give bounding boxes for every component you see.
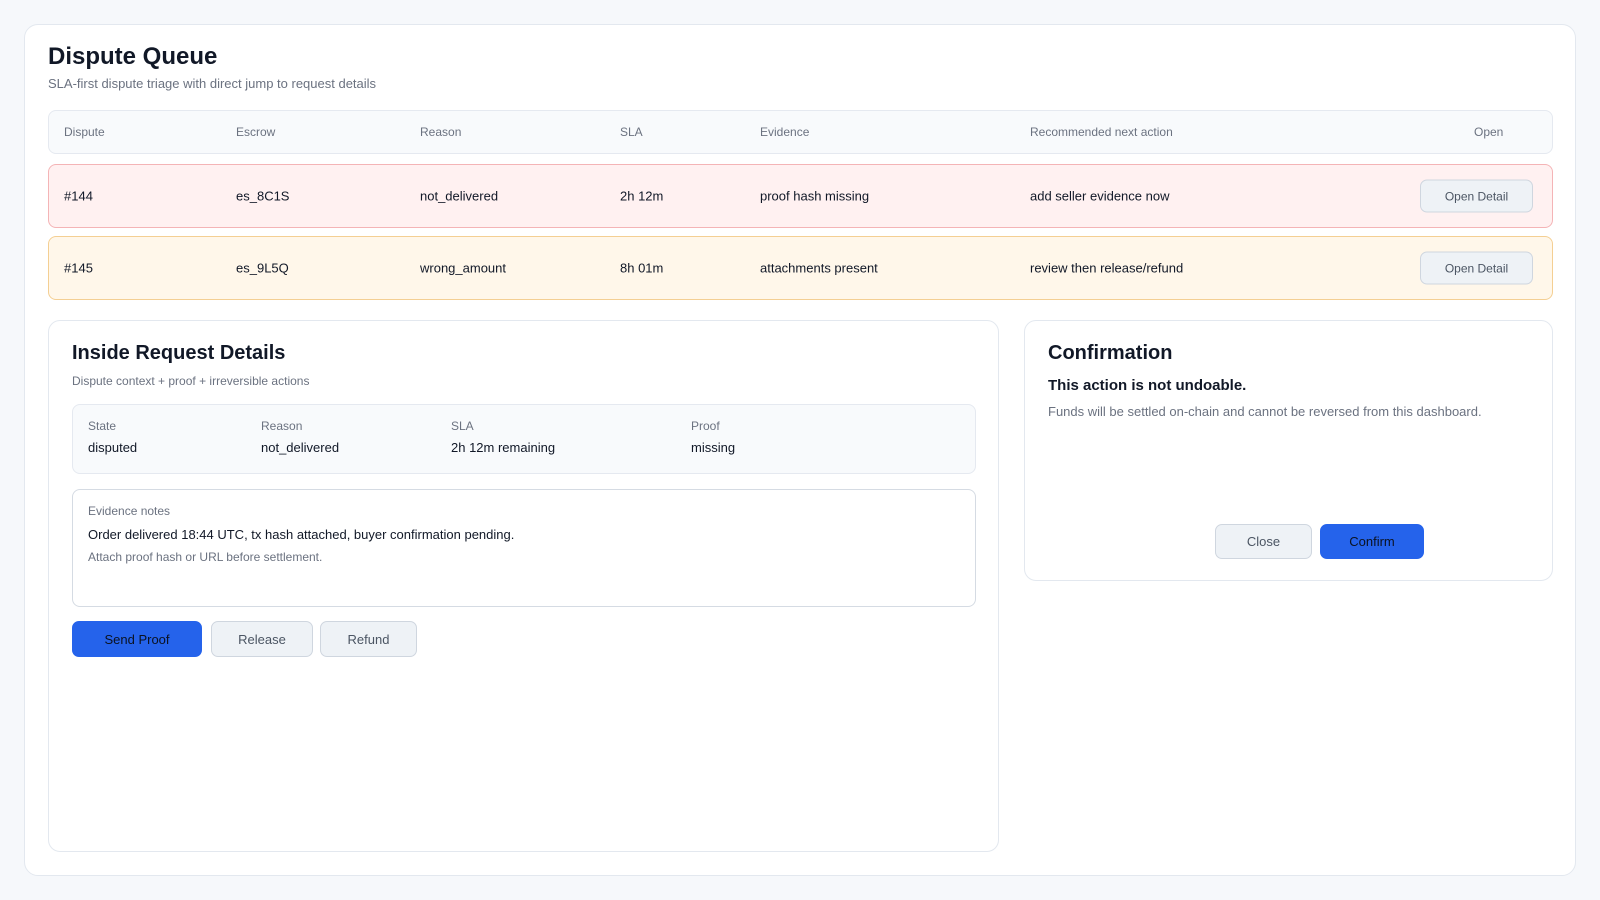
escrow-id: es_9L5Q xyxy=(236,260,289,276)
column-header-escrow: Escrow xyxy=(236,125,276,139)
confirmation-title: Confirmation xyxy=(1048,342,1173,364)
fact-reason: Reason not_delivered xyxy=(261,419,339,455)
fact-value: 2h 12m remaining xyxy=(451,440,556,455)
page-subtitle: SLA-first dispute triage with direct jum… xyxy=(48,76,377,91)
escrow-id: es_8C1S xyxy=(236,188,290,204)
fact-label: Proof xyxy=(691,419,720,433)
queue-table-header: Dispute Escrow Reason SLA Evidence Recom… xyxy=(48,110,1553,154)
column-header-open: Open xyxy=(1474,125,1504,139)
evidence-notes-field[interactable]: Evidence notes Order delivered 18:44 UTC… xyxy=(72,489,976,607)
fact-label: Reason xyxy=(261,419,303,433)
open-detail-button[interactable]: Open Detail xyxy=(1420,251,1533,285)
dispute-id: #144 xyxy=(64,188,93,204)
evidence-status: attachments present xyxy=(760,260,878,276)
page-title: Dispute Queue xyxy=(48,43,218,70)
refund-button[interactable]: Refund xyxy=(320,621,417,657)
column-header-reason: Reason xyxy=(420,125,462,139)
dispute-reason: not_delivered xyxy=(420,188,499,204)
fact-state: State disputed xyxy=(88,419,137,455)
evidence-notes-text[interactable]: Order delivered 18:44 UTC, tx hash attac… xyxy=(88,527,514,542)
dispute-id: #145 xyxy=(64,260,93,276)
confirmation-body: Funds will be settled on-chain and canno… xyxy=(1048,404,1482,419)
fact-value: not_delivered xyxy=(261,440,340,455)
dispute-dashboard: Dispute Queue SLA-first dispute triage w… xyxy=(24,24,1576,876)
fact-value: disputed xyxy=(88,440,138,455)
column-header-next-action: Recommended next action xyxy=(1030,125,1173,139)
column-header-dispute: Dispute xyxy=(64,125,105,139)
sla-remaining: 8h 01m xyxy=(620,260,664,276)
fact-label: State xyxy=(88,419,117,433)
fact-label: SLA xyxy=(451,419,474,433)
close-button[interactable]: Close xyxy=(1215,524,1312,559)
evidence-status: proof hash missing xyxy=(760,188,870,204)
request-details-panel: Inside Request Details Dispute context +… xyxy=(48,320,999,852)
confirmation-warning: This action is not undoable. xyxy=(1048,377,1247,394)
details-title: Inside Request Details xyxy=(72,342,286,364)
fact-value: missing xyxy=(691,440,736,455)
evidence-notes-label: Evidence notes xyxy=(88,504,171,518)
confirmation-panel: Confirmation This action is not undoable… xyxy=(1024,320,1553,581)
recommended-action: add seller evidence now xyxy=(1030,188,1170,204)
table-row[interactable]: #145 es_9L5Q wrong_amount 8h 01m attachm… xyxy=(48,236,1553,300)
sla-remaining: 2h 12m xyxy=(620,188,664,204)
open-detail-button[interactable]: Open Detail xyxy=(1420,179,1533,213)
fact-sla: SLA 2h 12m remaining xyxy=(451,419,555,455)
confirm-button[interactable]: Confirm xyxy=(1320,524,1424,559)
evidence-notes-hint: Attach proof hash or URL before settleme… xyxy=(88,550,323,564)
send-proof-button[interactable]: Send Proof xyxy=(72,621,202,657)
fact-proof: Proof missing xyxy=(691,419,735,455)
table-row[interactable]: #144 es_8C1S not_delivered 2h 12m proof … xyxy=(48,164,1553,228)
dispute-reason: wrong_amount xyxy=(420,260,506,276)
recommended-action: review then release/refund xyxy=(1030,260,1184,276)
request-facts: State disputed Reason not_delivered SLA … xyxy=(72,404,976,474)
column-header-sla: SLA xyxy=(620,125,643,139)
release-button[interactable]: Release xyxy=(211,621,313,657)
column-header-evidence: Evidence xyxy=(760,125,810,139)
details-subtitle: Dispute context + proof + irreversible a… xyxy=(72,374,310,388)
